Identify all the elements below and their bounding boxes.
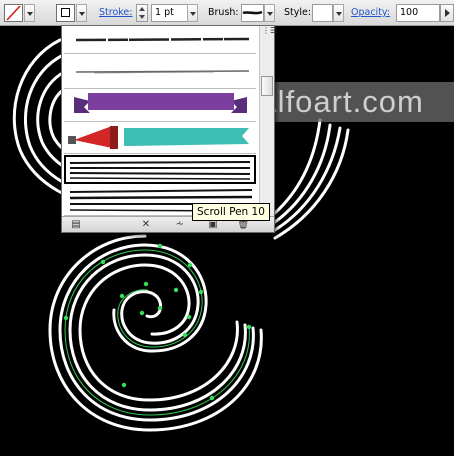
brush-row-megaphone-ribbon[interactable] — [64, 122, 256, 154]
brush-dropdown[interactable] — [264, 4, 275, 22]
remove-brush-stroke-icon[interactable]: ✕ — [140, 219, 152, 230]
brush-tooltip: Scroll Pen 10 — [192, 203, 270, 221]
stroke-color-swatch[interactable] — [56, 4, 75, 22]
stroke-label[interactable]: Stroke: — [99, 7, 132, 18]
style-dropdown[interactable] — [333, 4, 344, 22]
style-label: Style: — [284, 7, 312, 18]
opacity-field[interactable]: 100 — [396, 4, 440, 22]
stroke-color-dropdown[interactable] — [76, 4, 87, 22]
no-fill-slash-icon — [6, 5, 21, 21]
control-bar: Stroke: 1 pt Brush: Style: Opacity: 100 — [0, 0, 454, 26]
stroke-square-icon — [61, 8, 70, 17]
scrollbar-thumb[interactable] — [261, 76, 273, 96]
fill-dropdown[interactable] — [24, 4, 35, 22]
opacity-label[interactable]: Opacity: — [351, 7, 390, 18]
brush-row-purple-banner[interactable] — [64, 89, 256, 122]
megaphone-ribbon-icon — [68, 126, 249, 149]
brush-list-scrollbar[interactable] — [259, 26, 274, 216]
fill-color-swatch[interactable] — [4, 4, 23, 22]
style-swatch[interactable] — [312, 4, 333, 22]
brush-preview[interactable] — [241, 4, 264, 22]
brush-libraries-icon[interactable]: ▤ — [70, 219, 82, 230]
brush-stroke-icon — [242, 10, 263, 15]
opacity-arrow-button[interactable] — [440, 4, 454, 22]
brush-row-charcoal-thin[interactable] — [64, 26, 256, 54]
brush-row-charcoal-light[interactable] — [64, 54, 256, 89]
brush-label: Brush: — [208, 7, 239, 18]
brush-list — [62, 26, 258, 216]
banner-brush-icon — [74, 93, 247, 113]
stroke-weight-dropdown[interactable] — [187, 4, 198, 22]
brush-picker-panel: ⋮☰ ▤ ✕ ⩪ ▣ 🗑 — [61, 25, 277, 233]
stroke-weight-stepper[interactable] — [136, 4, 148, 22]
watermark-text: Alfoart.com — [248, 82, 454, 122]
brush-row-scroll-pen-10[interactable] — [64, 155, 256, 184]
panel-menu-icon[interactable]: ⋮☰ — [262, 27, 277, 35]
lower-spiral-stroke — [78, 263, 239, 402]
brush-options-icon[interactable]: ⩪ — [174, 219, 186, 230]
